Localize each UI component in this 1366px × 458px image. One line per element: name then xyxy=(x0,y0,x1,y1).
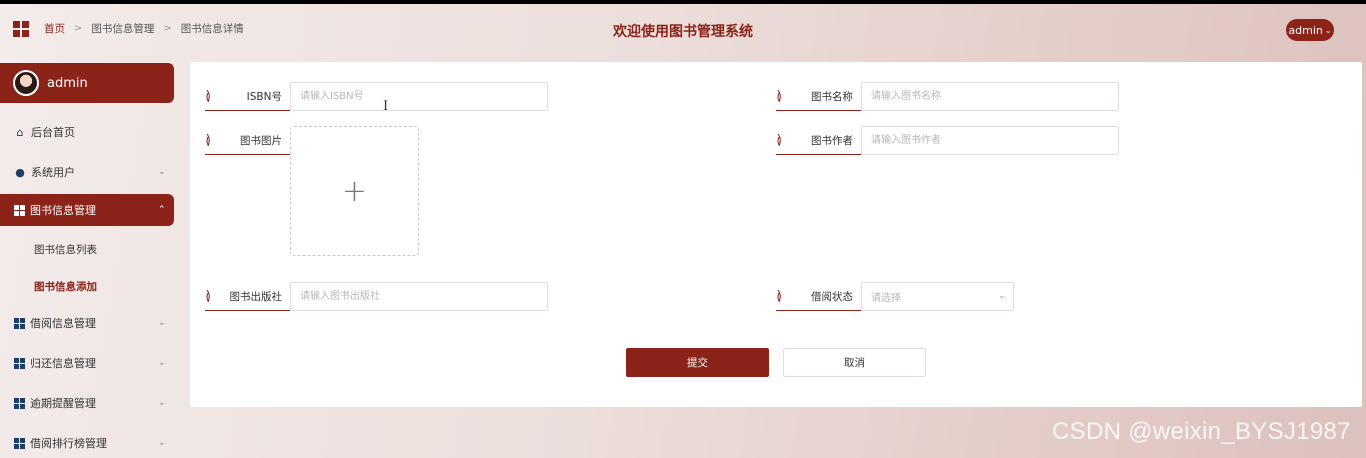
cancel-button[interactable]: 取消 xyxy=(783,348,926,377)
chevron-down-icon: ⌄ xyxy=(1324,25,1332,35)
profile-card[interactable]: admin xyxy=(0,63,174,103)
feather-icon xyxy=(206,133,210,147)
borrow-status-label-text: 借阅状态 xyxy=(811,290,853,303)
sidebar-item-label: 借阅排行榜管理 xyxy=(30,437,107,450)
publisher-input[interactable] xyxy=(290,282,548,311)
user-menu-button[interactable]: admin ⌄ xyxy=(1286,19,1334,41)
chevron-down-icon: ⌄ xyxy=(158,318,166,328)
feather-icon xyxy=(777,133,781,147)
feather-icon xyxy=(777,89,781,103)
sidebar-item-return-management[interactable]: 归还信息管理 ⌄ xyxy=(0,347,174,379)
borrow-status-select[interactable]: 请选择 ⌄ xyxy=(861,282,1014,311)
isbn-label-text: ISBN号 xyxy=(246,90,282,103)
book-form-panel: ISBN号 图书名称 图书图片 + 图书作者 图书出版社 借阅状态 请选择 ⌄ … xyxy=(190,62,1362,407)
grid-icon xyxy=(14,437,25,449)
book-image-label: 图书图片 xyxy=(205,126,290,155)
sidebar-item-overdue-reminder[interactable]: 逾期提醒管理 ⌄ xyxy=(0,387,174,419)
borrow-status-placeholder: 请选择 xyxy=(871,293,901,304)
sidebar-item-label: 图书信息管理 xyxy=(30,204,96,217)
user-icon: ● xyxy=(15,165,25,179)
sidebar-item-borrow-ranking[interactable]: 借阅排行榜管理 ⌄ xyxy=(0,427,174,458)
profile-name: admin xyxy=(47,75,88,91)
book-name-label-text: 图书名称 xyxy=(811,90,853,103)
sidebar-item-label: 系统用户 xyxy=(31,166,75,179)
chevron-down-icon: ⌄ xyxy=(158,438,166,448)
sidebar-item-label: 后台首页 xyxy=(31,126,75,139)
grid-icon xyxy=(14,204,25,216)
grid-icon xyxy=(14,357,25,369)
image-upload-box[interactable]: + xyxy=(290,126,419,256)
book-author-label-text: 图书作者 xyxy=(811,134,853,147)
chevron-up-icon: ⌃ xyxy=(158,205,166,215)
sidebar-item-label: 归还信息管理 xyxy=(30,357,96,370)
chevron-down-icon: ⌄ xyxy=(158,358,166,368)
sidebar-item-borrow-management[interactable]: 借阅信息管理 ⌄ xyxy=(0,307,174,339)
header: 首页 > 图书信息管理 > 图书信息详情 欢迎使用图书管理系统 admin ⌄ xyxy=(0,4,1366,56)
book-author-input[interactable] xyxy=(861,126,1119,155)
publisher-label: 图书出版社 xyxy=(205,282,290,311)
book-author-label: 图书作者 xyxy=(776,126,861,155)
plus-icon: + xyxy=(341,173,368,209)
sidebar-item-label: 借阅信息管理 xyxy=(30,317,96,330)
avatar xyxy=(13,70,39,96)
user-menu-label: admin xyxy=(1288,23,1323,37)
feather-icon xyxy=(206,89,210,103)
borrow-status-label: 借阅状态 xyxy=(776,282,861,311)
book-name-input[interactable] xyxy=(861,82,1119,111)
page-title: 欢迎使用图书管理系统 xyxy=(613,24,753,40)
feather-icon xyxy=(777,289,781,303)
sidebar-item-dashboard[interactable]: ⌂ 后台首页 xyxy=(0,116,174,148)
chevron-down-icon: ⌄ xyxy=(998,291,1006,301)
sidebar-subitem-book-add[interactable]: 图书信息添加 xyxy=(34,279,97,294)
grid-icon xyxy=(14,397,25,409)
sidebar-item-book-management[interactable]: 图书信息管理 ⌃ xyxy=(0,194,174,226)
watermark: CSDN @weixin_BYSJ1987 xyxy=(1052,418,1351,445)
isbn-input[interactable] xyxy=(290,82,548,111)
sidebar-subitem-book-list[interactable]: 图书信息列表 xyxy=(34,242,97,257)
isbn-label: ISBN号 xyxy=(205,82,290,111)
sidebar: admin ⌂ 后台首页 ● 系统用户 ⌄ 图书信息管理 ⌃ 图书信息列表 图书… xyxy=(0,56,180,458)
grid-icon xyxy=(14,317,25,329)
feather-icon xyxy=(206,289,210,303)
chevron-down-icon: ⌄ xyxy=(158,167,166,177)
sidebar-item-system-users[interactable]: ● 系统用户 ⌄ xyxy=(0,156,174,188)
sidebar-item-label: 逾期提醒管理 xyxy=(30,397,96,410)
text-cursor-icon: I xyxy=(383,99,389,114)
chevron-down-icon: ⌄ xyxy=(158,398,166,408)
publisher-label-text: 图书出版社 xyxy=(229,290,283,303)
book-name-label: 图书名称 xyxy=(776,82,861,111)
home-icon: ⌂ xyxy=(16,125,24,139)
submit-button[interactable]: 提交 xyxy=(626,348,769,377)
book-image-label-text: 图书图片 xyxy=(240,134,282,147)
